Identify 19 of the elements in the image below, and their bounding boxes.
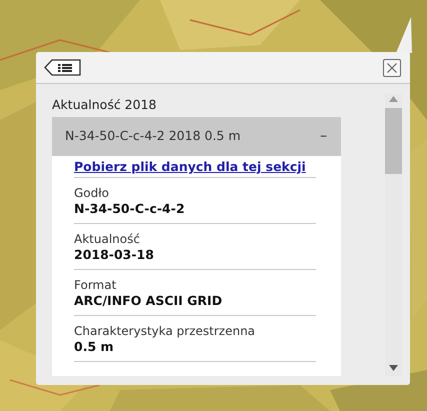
field-label: Format <box>74 278 118 293</box>
scrollbar[interactable] <box>385 94 402 376</box>
list-back-icon <box>44 59 82 76</box>
section-title: Aktualność 2018 <box>52 96 158 114</box>
field-value: 0.5 m <box>74 339 115 354</box>
field-value: 2018-03-18 <box>74 247 155 262</box>
close-icon <box>383 58 401 76</box>
scrollbar-thumb[interactable] <box>385 108 402 174</box>
close-button[interactable] <box>383 58 401 76</box>
accordion-title: N-34-50-C-c-4-2 2018 0.5 m <box>65 127 241 146</box>
field-label: Godło <box>74 186 110 201</box>
list-back-button[interactable] <box>44 59 82 76</box>
field-label: Aktualność <box>74 232 141 247</box>
field-value: N-34-50-C-c-4-2 <box>74 201 186 216</box>
accordion-header[interactable]: N-34-50-C-c-4-2 2018 0.5 m – <box>52 117 341 156</box>
collapse-toggle[interactable]: – <box>320 126 327 147</box>
field-value: ARC/INFO ASCII GRID <box>74 293 224 308</box>
download-link[interactable]: Pobierz plik danych dla tej sekcji <box>74 159 316 174</box>
field-label: Charakterystyka przestrzenna <box>74 324 256 339</box>
